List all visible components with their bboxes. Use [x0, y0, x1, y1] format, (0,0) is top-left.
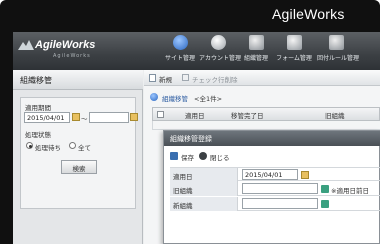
column-header[interactable]: 旧組織 — [325, 110, 345, 120]
date-separator: ～ — [81, 115, 88, 123]
nav-route-rule[interactable]: 回付ルール管理 — [317, 35, 360, 69]
row-label: 新組織 — [170, 197, 238, 211]
date-from-input[interactable]: 2015/04/01 — [24, 112, 70, 123]
form-row-old-org: 旧組織 ※適用日前日 — [170, 182, 380, 196]
account-admin-icon — [210, 35, 226, 50]
column-header[interactable]: 適用日 — [185, 110, 205, 120]
save-icon — [170, 152, 178, 160]
form-admin-icon — [286, 35, 302, 50]
nav-label: アカウント管理 — [199, 55, 242, 62]
column-header[interactable]: 移管完了日 — [231, 110, 264, 120]
radio-all[interactable] — [69, 142, 76, 149]
section-icon — [150, 93, 158, 101]
logo-icon — [18, 40, 34, 50]
section-count: <全1件> — [194, 95, 223, 103]
new-icon — [149, 74, 156, 82]
calendar-icon[interactable] — [72, 113, 80, 121]
toolbar: 新規 チェック行削除 — [144, 70, 380, 86]
nav-form-admin[interactable]: フォーム管理 — [275, 35, 313, 69]
org-admin-icon — [248, 35, 264, 50]
row-label: 適用日 — [170, 168, 238, 182]
register-dialog: 組織移管登録 保存 閉じる 適用日 2015/04/01 旧組織 ※適用日前日 … — [163, 130, 380, 244]
radio-pending[interactable] — [26, 142, 33, 149]
nav-site-admin[interactable]: サイト管理 — [161, 35, 199, 69]
date-to-input[interactable] — [89, 112, 129, 123]
site-admin-icon — [172, 35, 188, 50]
status-label: 処理状態 — [25, 131, 51, 139]
old-org-input[interactable] — [242, 183, 318, 194]
old-org-note: ※適用日前日 — [331, 187, 369, 195]
app-header: AgileWorks AgileWorks サイト管理 アカウント管理 組織管理… — [13, 32, 380, 70]
save-button[interactable]: 保存 — [181, 152, 194, 162]
search-button[interactable]: 検索 — [61, 160, 97, 174]
org-picker-icon[interactable] — [321, 200, 329, 208]
app-screen: AgileWorks AgileWorks サイト管理 アカウント管理 組織管理… — [13, 32, 380, 244]
calendar-icon[interactable] — [130, 113, 138, 121]
checkbox-icon — [182, 74, 189, 81]
nav-account-admin[interactable]: アカウント管理 — [199, 35, 242, 69]
nav-label: 回付ルール管理 — [317, 55, 360, 62]
search-form: 適用期間 2015/04/01 ～ 処理状態 処理待ち 全て 検索 — [20, 97, 138, 209]
org-picker-icon[interactable] — [321, 185, 329, 193]
date-label: 適用期間 — [25, 104, 51, 112]
app-logo-sub: AgileWorks — [53, 53, 91, 59]
row-label: 旧組織 — [170, 182, 238, 196]
apply-date-input[interactable]: 2015/04/01 — [242, 169, 298, 180]
close-button[interactable]: 閉じる — [210, 152, 230, 162]
grid-header: 適用日 移管完了日 旧組織 — [152, 107, 380, 121]
select-all-checkbox[interactable] — [157, 111, 164, 118]
nav-label: フォーム管理 — [276, 55, 312, 62]
panel-title: 組織移管 — [13, 70, 143, 90]
nav-label: 組織管理 — [243, 55, 268, 62]
tablet-frame: AgileWorks AgileWorks AgileWorks サイト管理 ア… — [0, 0, 380, 244]
nav-org-admin[interactable]: 組織管理 — [237, 35, 275, 69]
new-org-input[interactable] — [242, 198, 318, 209]
check-delete-button[interactable]: チェック行削除 — [192, 74, 238, 84]
brand-title: AgileWorks — [272, 6, 345, 22]
search-panel: 組織移管 適用期間 2015/04/01 ～ 処理状態 処理待ち 全て 検索 — [13, 70, 143, 244]
radio-all-label: 全て — [78, 144, 91, 152]
route-rule-icon — [328, 35, 344, 50]
radio-pending-label: 処理待ち — [35, 144, 61, 152]
dialog-title: 組織移管登録 — [164, 131, 380, 146]
calendar-icon[interactable] — [301, 171, 309, 179]
app-logo: AgileWorks — [35, 39, 96, 51]
section-title: 組織移管 — [162, 95, 188, 103]
form-row-new-org: 新組織 — [170, 197, 380, 211]
nav-label: サイト管理 — [164, 55, 195, 62]
close-icon — [199, 152, 207, 160]
table-row[interactable] — [152, 121, 380, 130]
form-row-apply-date: 適用日 2015/04/01 — [170, 167, 380, 182]
new-button[interactable]: 新規 — [159, 74, 172, 84]
